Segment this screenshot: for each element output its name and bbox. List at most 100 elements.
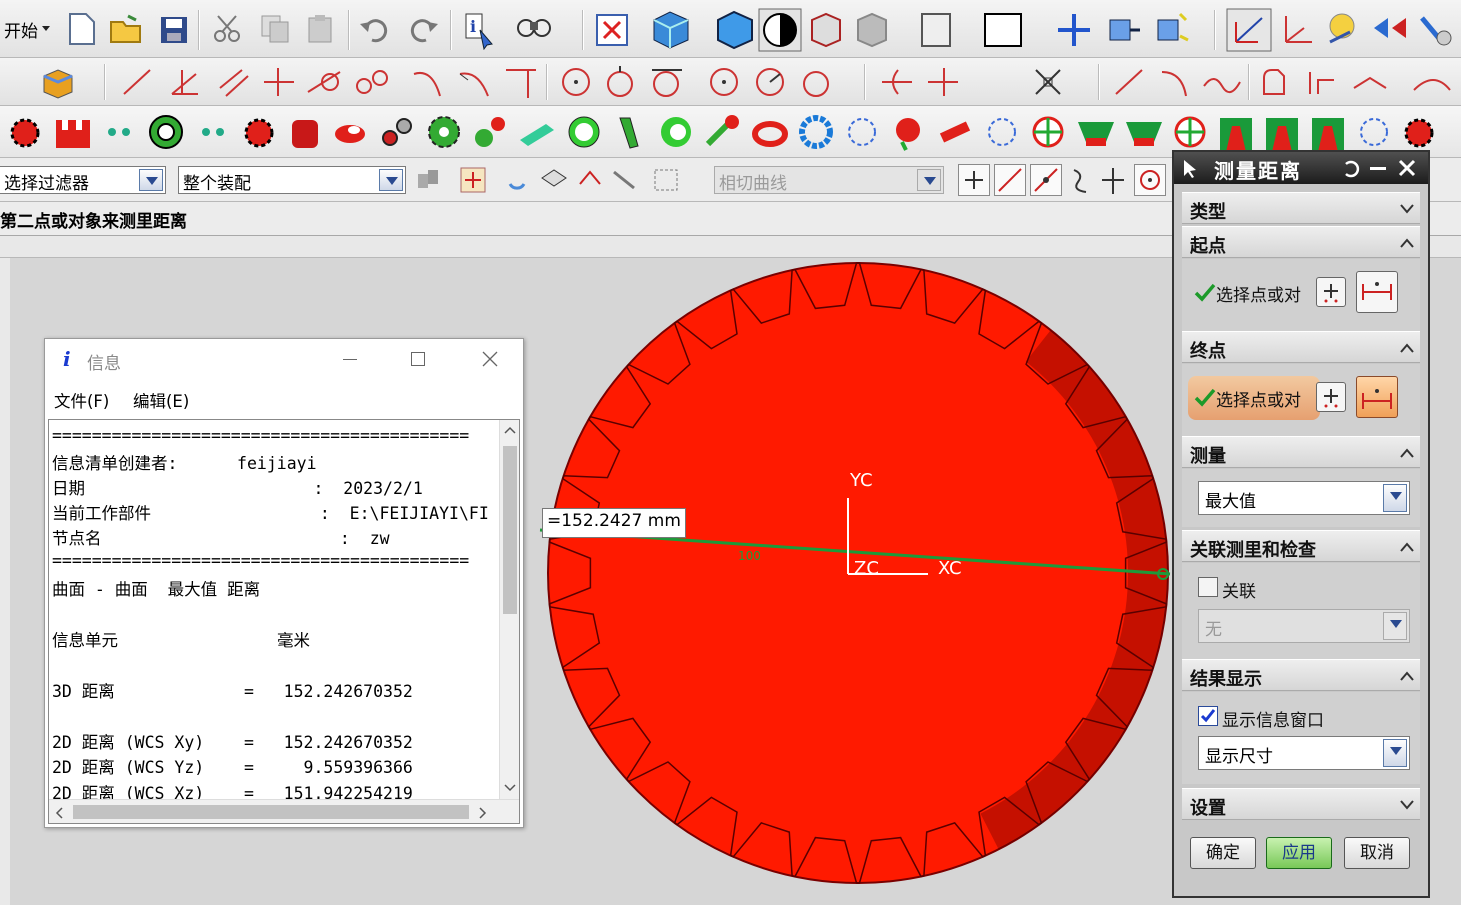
wcs-icon[interactable] bbox=[1226, 8, 1272, 52]
motion-icon[interactable] bbox=[1414, 8, 1456, 50]
selection-scope-select[interactable]: 整个装配 bbox=[178, 166, 406, 194]
chevron-down-icon[interactable] bbox=[917, 169, 941, 191]
start-point-button[interactable] bbox=[1356, 271, 1398, 313]
gear-outline-alt-icon[interactable] bbox=[982, 112, 1022, 152]
section-type[interactable]: 类型 bbox=[1182, 192, 1420, 224]
snap-midpoint-button[interactable] bbox=[1030, 164, 1062, 196]
point-dialog-button[interactable] bbox=[1316, 277, 1346, 307]
project-curve-icon[interactable] bbox=[1350, 64, 1400, 100]
fit-view-icon[interactable] bbox=[594, 12, 630, 48]
snap-line-button[interactable] bbox=[994, 164, 1026, 196]
helical-gear-icon[interactable] bbox=[888, 112, 930, 152]
undo-icon[interactable] bbox=[358, 14, 394, 44]
explode-view-icon[interactable] bbox=[1150, 8, 1194, 50]
open-folder-icon[interactable] bbox=[108, 12, 144, 46]
circle-center-icon[interactable] bbox=[706, 64, 744, 100]
end-point-button[interactable] bbox=[1356, 376, 1398, 418]
perpendicular-line-icon[interactable] bbox=[260, 64, 298, 100]
cam-icon[interactable] bbox=[330, 112, 370, 152]
offset-curve-icon[interactable] bbox=[1304, 64, 1344, 100]
scroll-up-icon[interactable] bbox=[504, 426, 516, 434]
basic-line-icon[interactable] bbox=[1110, 64, 1148, 100]
section-measure[interactable]: 测量 bbox=[1182, 436, 1420, 468]
chevron-down-icon[interactable] bbox=[1383, 612, 1407, 640]
minimize-icon[interactable] bbox=[343, 359, 357, 360]
assembly-constraint-icon[interactable] bbox=[1104, 10, 1144, 50]
circle-tangent-icon[interactable] bbox=[648, 64, 686, 100]
circle-icon[interactable] bbox=[558, 64, 596, 100]
cut-icon[interactable] bbox=[210, 12, 244, 46]
info-window[interactable]: i 信息 文件(F) 编辑(E) =======================… bbox=[44, 338, 524, 828]
chevron-down-icon[interactable] bbox=[139, 169, 163, 191]
pin-icon[interactable] bbox=[102, 118, 138, 146]
measure-distance-dialog[interactable]: 测量距离 类型 起点 选择点或对 终点 选择点或对 测量 最大值 关联测里和检查… bbox=[1172, 150, 1430, 898]
shaft-icon[interactable] bbox=[516, 112, 558, 152]
bolt-icon[interactable] bbox=[610, 112, 648, 152]
save-icon[interactable] bbox=[158, 14, 190, 46]
show-info-checkbox[interactable] bbox=[1198, 706, 1218, 726]
scroll-thumb[interactable] bbox=[503, 446, 517, 614]
snap-control-icon[interactable] bbox=[1066, 164, 1096, 196]
pin-pair-icon[interactable] bbox=[196, 118, 232, 146]
wrench-icon[interactable] bbox=[702, 112, 744, 152]
chevron-down-icon[interactable] bbox=[379, 169, 403, 191]
wireframe-icon[interactable] bbox=[854, 10, 890, 50]
view-style-icon[interactable] bbox=[758, 8, 802, 52]
start-select-label[interactable]: 选择点或对 bbox=[1216, 281, 1301, 306]
simulation-icon[interactable] bbox=[1370, 8, 1410, 50]
display-mode-select[interactable]: 显示尺寸 bbox=[1198, 736, 1410, 770]
scroll-right-icon[interactable] bbox=[479, 807, 487, 819]
section-view-icon[interactable] bbox=[918, 10, 956, 50]
spline-icon[interactable] bbox=[1200, 64, 1244, 100]
gear-small-icon[interactable] bbox=[1400, 114, 1438, 152]
block-icon[interactable] bbox=[38, 64, 78, 100]
bitangent-line-icon[interactable] bbox=[352, 64, 390, 100]
gear-outline-3-icon[interactable] bbox=[1354, 112, 1394, 152]
info-text-area[interactable]: ========================================… bbox=[48, 419, 520, 824]
snap-center-button[interactable] bbox=[1134, 164, 1166, 196]
chevron-up-icon[interactable] bbox=[1400, 446, 1414, 460]
chevron-down-icon[interactable] bbox=[1383, 739, 1407, 767]
circle-3pt-icon[interactable] bbox=[602, 64, 640, 100]
shaded-view-icon[interactable] bbox=[648, 8, 694, 50]
circle-point-icon[interactable] bbox=[798, 64, 846, 100]
point-dialog-button[interactable] bbox=[1316, 382, 1346, 412]
chevron-up-icon[interactable] bbox=[1400, 341, 1414, 355]
snap-point-icon[interactable] bbox=[1030, 64, 1080, 100]
bridge-curve-icon[interactable] bbox=[1410, 64, 1456, 100]
cancel-button[interactable]: 取消 bbox=[1344, 837, 1410, 869]
line-angle-icon[interactable] bbox=[166, 64, 204, 100]
hidden-edges-icon[interactable] bbox=[808, 10, 844, 50]
copy-icon[interactable] bbox=[258, 12, 292, 46]
ring-icon[interactable] bbox=[564, 112, 604, 152]
bearing-icon[interactable] bbox=[146, 112, 186, 152]
measure-tool-icon[interactable] bbox=[1322, 8, 1364, 50]
gear-train-icon[interactable] bbox=[470, 112, 510, 152]
measure-mode-select[interactable]: 最大值 bbox=[1198, 481, 1410, 515]
spoked-wheel-icon[interactable] bbox=[1170, 112, 1210, 152]
split-icon[interactable] bbox=[924, 64, 962, 100]
chevron-down-icon[interactable] bbox=[1400, 798, 1414, 812]
curve-rule-select[interactable]: 相切曲线 bbox=[714, 166, 944, 194]
maximize-icon[interactable] bbox=[411, 352, 425, 366]
menu-file[interactable]: 文件(F) bbox=[54, 388, 109, 412]
rectangle-select-icon[interactable] bbox=[652, 166, 698, 194]
chevron-up-icon[interactable] bbox=[1400, 236, 1414, 250]
redo-icon[interactable] bbox=[404, 14, 440, 44]
measure-dimension-label[interactable]: =152.2427 mm bbox=[542, 508, 686, 538]
new-file-icon[interactable] bbox=[64, 12, 98, 46]
snap-solid-icon[interactable] bbox=[538, 164, 570, 194]
chain-icon[interactable] bbox=[378, 112, 418, 152]
tooth-profile-icon[interactable] bbox=[1216, 112, 1256, 154]
chevron-down-icon[interactable] bbox=[1383, 484, 1407, 512]
chevron-down-icon[interactable] bbox=[1400, 202, 1414, 216]
gear-alt-icon[interactable] bbox=[240, 114, 278, 152]
basic-arc-icon[interactable] bbox=[1156, 64, 1194, 100]
info-icon[interactable]: i bbox=[460, 10, 500, 50]
wheel-icon[interactable] bbox=[1028, 112, 1068, 152]
tangent-line-icon[interactable] bbox=[306, 64, 344, 100]
end-select-label[interactable]: 选择点或对 bbox=[1216, 386, 1301, 411]
close-icon[interactable] bbox=[482, 351, 498, 367]
undo-selection-icon[interactable] bbox=[504, 166, 530, 194]
analysis-icon[interactable] bbox=[512, 12, 562, 48]
